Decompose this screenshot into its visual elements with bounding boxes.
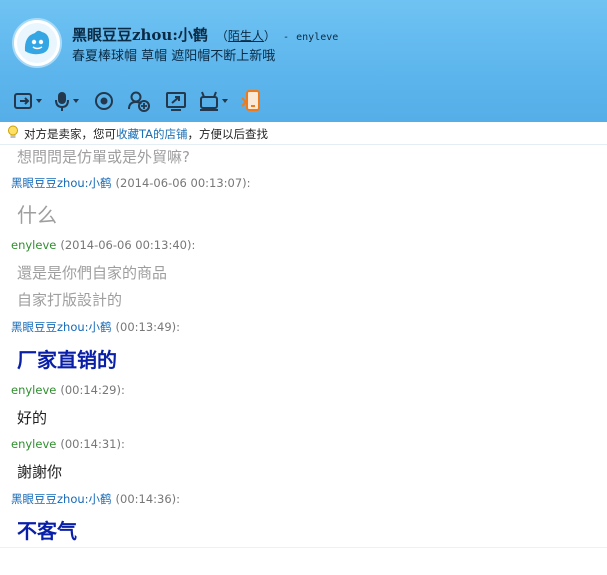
- stranger-link[interactable]: 陌生人: [228, 29, 264, 43]
- contact-title: 黑眼豆豆zhou:小鹤 （陌生人） - enyleve: [72, 24, 338, 44]
- voice-button[interactable]: [53, 90, 83, 112]
- sender-name: 黑眼豆豆zhou:小鹤: [11, 492, 112, 506]
- account-separator: -: [283, 32, 290, 43]
- remote-assist-icon: [200, 91, 228, 111]
- wangwang-avatar-icon: [17, 23, 57, 63]
- contact-nickname: 黑眼豆豆zhou:小鹤: [72, 26, 208, 44]
- phone-icon: [241, 90, 260, 111]
- share-screen-button[interactable]: [165, 90, 187, 112]
- contact-signature: 春夏棒球帽 草帽 遮阳帽不断上新哦: [72, 49, 276, 64]
- message-line: 不客气: [17, 519, 77, 543]
- transfer-file-icon: [14, 93, 42, 109]
- share-screen-icon: [166, 92, 186, 111]
- contact-account: enyleve: [296, 32, 339, 43]
- message-line: 想問問是仿單或是外貿嘛?: [17, 148, 190, 166]
- seller-notice-text: 对方是卖家，您可收藏TA的店铺，方便以后查找: [24, 127, 268, 141]
- sender-name: enyleve: [11, 437, 57, 451]
- avatar[interactable]: [12, 18, 62, 68]
- add-contact-icon: [128, 91, 150, 112]
- add-contact-button[interactable]: [127, 90, 151, 112]
- message-header: enyleve (2014-06-06 00:13:40):: [11, 238, 195, 252]
- favorite-shop-link[interactable]: 收藏TA的店铺: [116, 127, 188, 141]
- message-line: 什么: [17, 203, 57, 227]
- chat-header: 黑眼豆豆zhou:小鹤 （陌生人） - enyleve 春夏棒球帽 草帽 遮阳帽不…: [0, 0, 607, 123]
- stranger-badge: （陌生人）: [215, 29, 276, 43]
- camera-icon: [95, 92, 113, 110]
- camera-button[interactable]: [94, 90, 114, 112]
- message-time: (2014-06-06 00:13:40):: [60, 238, 196, 252]
- message-header: enyleve (00:14:31):: [11, 437, 125, 451]
- chat-footer: [0, 547, 607, 575]
- message-time: (00:14:36):: [115, 492, 181, 506]
- message-time: (00:13:49):: [115, 320, 181, 334]
- message-line: 自家打版設計的: [17, 291, 123, 309]
- message-header: 黑眼豆豆zhou:小鹤 (00:13:49):: [11, 319, 180, 335]
- lightbulb-icon: [7, 125, 19, 143]
- chat-history[interactable]: 想問問是仿單或是外貿嘛? 黑眼豆豆zhou:小鹤 (2014-06-06 00:1…: [0, 145, 607, 547]
- transfer-file-button[interactable]: [13, 90, 47, 112]
- sender-name: 黑眼豆豆zhou:小鹤: [11, 320, 112, 334]
- sender-name: enyleve: [11, 383, 57, 397]
- message-time: (00:14:29):: [60, 383, 125, 397]
- message-time: (2014-06-06 00:13:07):: [115, 176, 251, 190]
- message-line: 還是是你們自家的商品: [17, 264, 168, 282]
- message-line: 厂家直销的: [17, 348, 117, 372]
- voice-icon: [55, 92, 79, 111]
- sender-name: 黑眼豆豆zhou:小鹤: [11, 176, 112, 190]
- seller-notice-bar: 对方是卖家，您可收藏TA的店铺，方便以后查找: [0, 122, 607, 145]
- phone-button[interactable]: [241, 90, 263, 112]
- sender-name: enyleve: [11, 238, 57, 252]
- message-time: (00:14:31):: [60, 437, 125, 451]
- message-line: 好的: [17, 409, 48, 427]
- message-header: 黑眼豆豆zhou:小鹤 (2014-06-06 00:13:07):: [11, 175, 251, 191]
- message-line: 謝謝你: [17, 463, 63, 481]
- message-header: enyleve (00:14:29):: [11, 383, 125, 397]
- message-header: 黑眼豆豆zhou:小鹤 (00:14:36):: [11, 491, 180, 507]
- remote-assist-button[interactable]: [198, 90, 232, 112]
